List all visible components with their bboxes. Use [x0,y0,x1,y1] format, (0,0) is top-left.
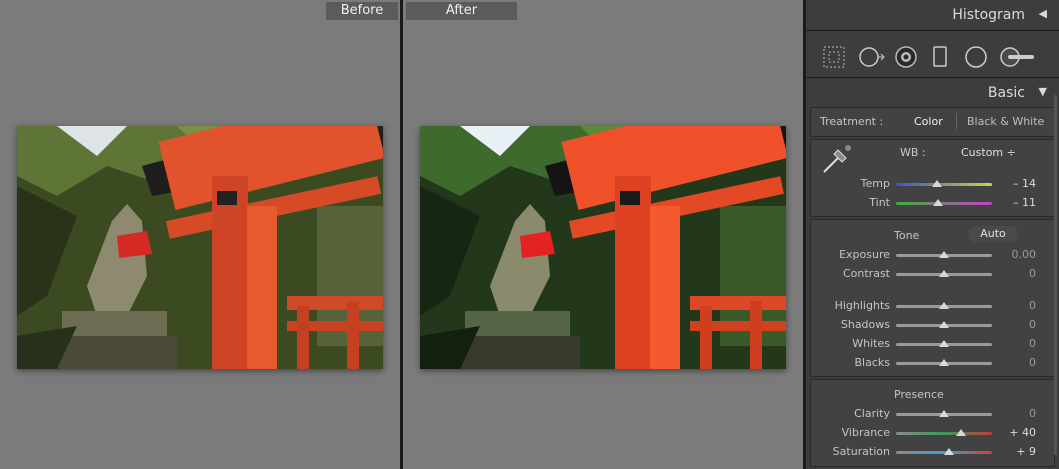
saturation-label: Saturation [832,445,890,458]
tint-slider[interactable] [896,202,992,205]
shadows-value[interactable]: 0 [1004,318,1036,331]
highlights-label: Highlights [834,299,890,312]
wb-label: WB : [900,146,926,159]
panel-scrollbar[interactable] [1054,95,1057,455]
temp-slider-knob[interactable] [932,180,943,187]
exposure-slider-knob[interactable] [939,251,949,258]
treatment-divider [956,113,957,129]
histogram-title: Histogram [952,7,1025,23]
vibrance-slider-knob[interactable] [956,429,967,436]
clarity-value[interactable]: 0 [1004,407,1036,420]
temp-label: Temp [860,177,890,190]
radial-filter-icon[interactable] [964,45,988,72]
tone-section [810,219,1055,377]
vibrance-slider[interactable] [896,432,992,435]
clarity-label: Clarity [854,407,890,420]
auto-tone-button[interactable]: Auto [968,226,1018,242]
clarity-slider-knob[interactable] [939,410,949,417]
before-label: Before [326,2,398,20]
treatment-color-option[interactable]: Color [914,115,943,128]
after-photo[interactable] [420,126,786,369]
saturation-value[interactable]: + 9 [1004,445,1036,458]
before-photo-image [17,126,383,369]
basic-title: Basic [987,85,1025,101]
temp-value[interactable]: – 14 [1004,177,1036,190]
graduated-filter-icon[interactable] [932,45,950,72]
presence-title: Presence [894,388,944,401]
shadows-slider-knob[interactable] [939,321,949,328]
exposure-label: Exposure [839,248,890,261]
tint-label: Tint [869,196,890,209]
histogram-separator [806,30,1059,31]
wb-select[interactable]: Custom ÷ [961,146,1016,159]
treatment-bw-option[interactable]: Black & White [967,115,1044,128]
tint-value[interactable]: – 11 [1004,196,1036,209]
histogram-header[interactable]: Histogram ◀ [806,2,1059,28]
before-pane: Before [0,0,400,469]
expand-arrow-icon[interactable]: ▼ [1039,85,1047,98]
whites-label: Whites [852,337,890,350]
vibrance-label: Vibrance [841,426,890,439]
blacks-value[interactable]: 0 [1004,356,1036,369]
whites-value[interactable]: 0 [1004,337,1036,350]
contrast-slider-knob[interactable] [939,270,949,277]
tone-title: Tone [894,229,920,242]
tools-separator [806,77,1059,78]
saturation-slider-knob[interactable] [943,448,954,455]
exposure-value[interactable]: 0.00 [1004,248,1037,261]
treatment-label: Treatment : [820,115,884,128]
tint-slider-knob[interactable] [933,199,944,206]
blacks-label: Blacks [854,356,891,369]
after-label: After [406,2,517,20]
temp-slider[interactable] [896,183,992,186]
develop-panel: Histogram ◀ Basic ▼ Treatment : Color Bl… [806,0,1059,469]
red-eye-icon[interactable] [894,45,918,72]
collapse-arrow-icon[interactable]: ◀ [1039,7,1047,20]
vibrance-value[interactable]: + 40 [1004,426,1036,439]
whites-slider-knob[interactable] [939,340,949,347]
crop-overlay-icon[interactable] [822,45,846,72]
after-photo-image [420,126,786,369]
wb-eyedropper-icon[interactable] [820,142,854,179]
after-pane: After [403,0,803,469]
blacks-slider-knob[interactable] [939,359,949,366]
spot-removal-icon[interactable] [858,45,886,72]
adjustment-brush-icon[interactable] [998,45,1038,72]
contrast-value[interactable]: 0 [1004,267,1036,280]
highlights-value[interactable]: 0 [1004,299,1036,312]
contrast-label: Contrast [842,267,890,280]
before-photo[interactable] [17,126,383,369]
shadows-label: Shadows [840,318,890,331]
highlights-slider-knob[interactable] [939,302,949,309]
basic-header[interactable]: Basic ▼ [806,80,1059,106]
